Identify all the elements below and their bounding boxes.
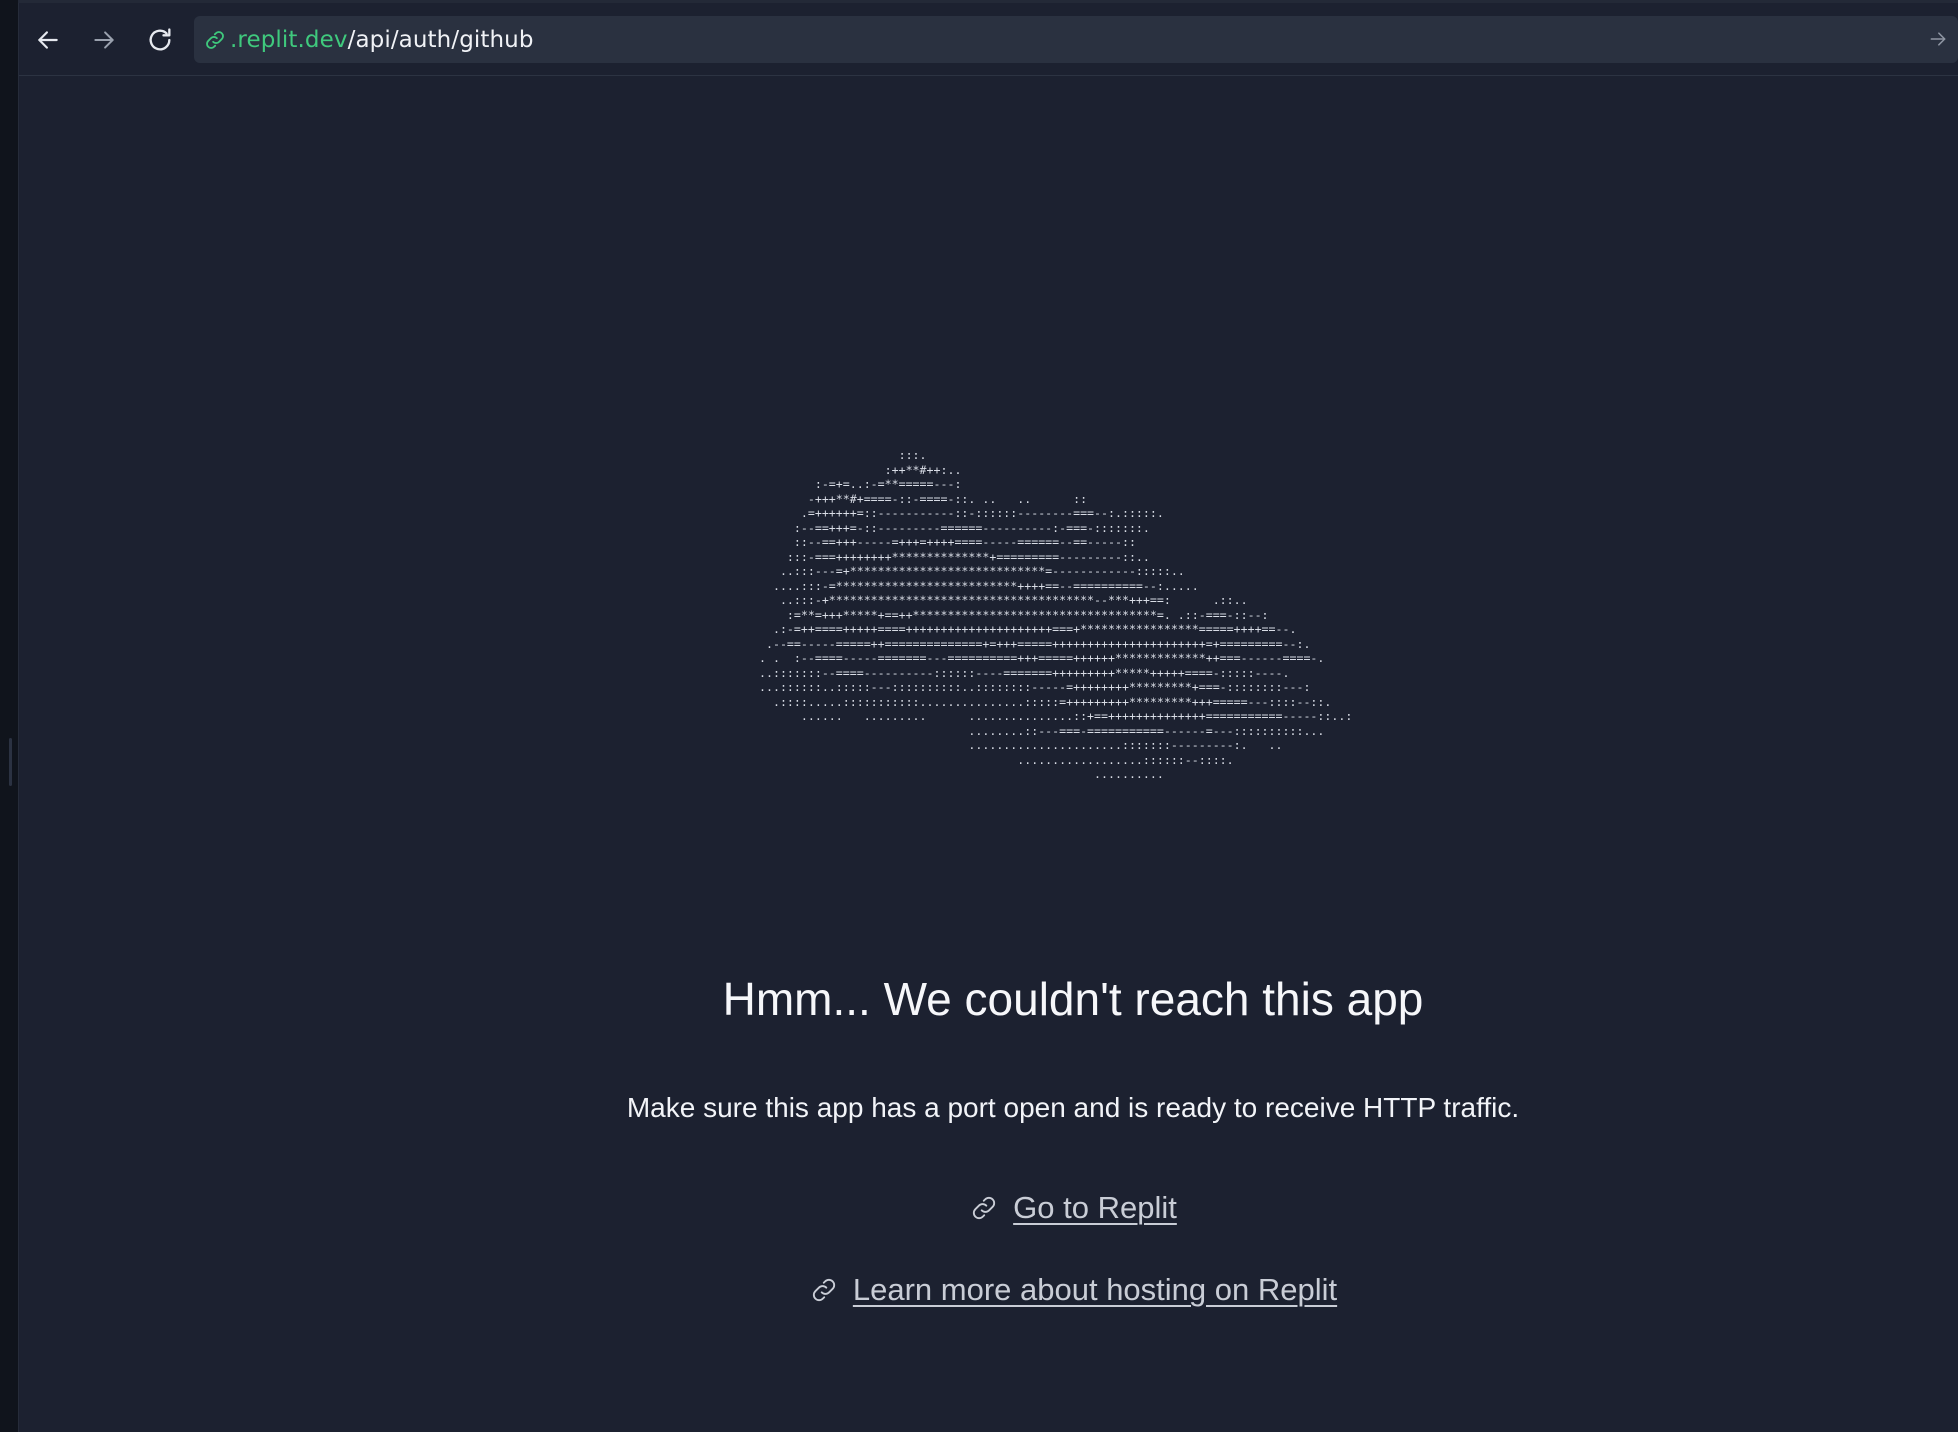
go-to-replit-row: Go to Replit [19,1190,1958,1226]
page-content: :::. :++**#++:.. :-=+=..:-=**=====---: -… [19,76,1958,1432]
browser-toolbar: .replit.dev/api/auth/github [19,3,1958,76]
ascii-cloud-art: :::. :++**#++:.. :-=+=..:-=**=====---: -… [759,448,1353,781]
reload-icon [149,28,171,51]
link-icon [969,1193,999,1223]
url-domain: .replit.dev [230,26,348,53]
side-rail [0,0,19,1432]
page-subtitle: Make sure this app has a port open and i… [626,1092,1520,1123]
resize-handle[interactable] [9,738,12,786]
learn-more-hosting-link[interactable]: Learn more about hosting on Replit [853,1272,1337,1308]
link-icon [809,1275,839,1305]
go-button[interactable] [1926,27,1950,51]
forward-button[interactable] [87,23,121,57]
url-text[interactable]: .replit.dev/api/auth/github [230,27,534,53]
back-button[interactable] [31,23,65,57]
link-icon [203,28,227,52]
arrow-right-icon [1930,32,1946,46]
page-title: Hmm... We couldn't reach this app [722,973,1424,1025]
browser-window: .replit.dev/api/auth/github :::. :++**#+… [0,0,1958,1432]
arrow-right-icon [94,31,114,49]
url-path: /api/auth/github [347,26,534,53]
url-bar[interactable]: .replit.dev/api/auth/github [194,16,1958,63]
go-to-replit-link[interactable]: Go to Replit [1013,1190,1177,1226]
learn-more-row: Learn more about hosting on Replit [19,1272,1958,1308]
arrow-left-icon [38,31,58,49]
reload-button[interactable] [143,23,177,57]
